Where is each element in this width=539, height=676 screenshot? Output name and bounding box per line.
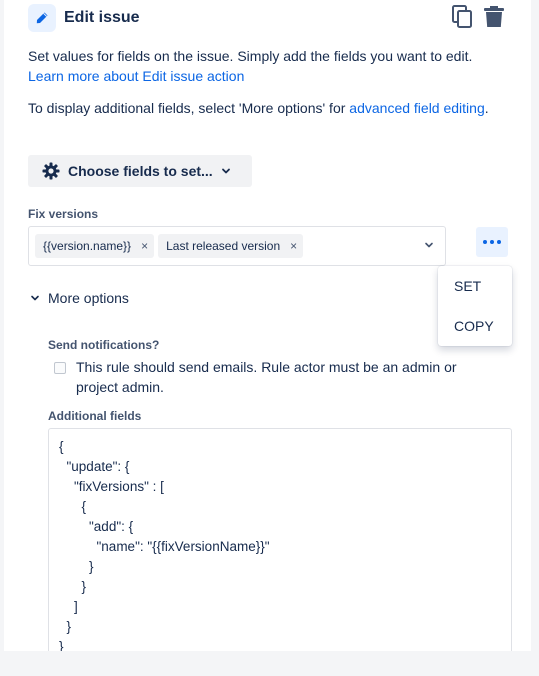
send-notifications-text: This rule should send emails. Rule actor… (76, 359, 457, 395)
page-title: Edit issue (64, 9, 140, 26)
additional-fields-label: Additional fields (48, 409, 142, 423)
code-line: "name": "{{fixVersionName}}" (59, 539, 270, 554)
advanced-description: To display additional fields, select 'Mo… (28, 98, 498, 118)
more-options-label: More options (48, 290, 129, 306)
menu-item-copy[interactable]: COPY (438, 306, 512, 346)
chip-label: Last released version (166, 239, 281, 253)
copy-icon[interactable] (450, 4, 474, 30)
learn-more-link[interactable]: Learn more about Edit issue action (28, 68, 244, 84)
choose-fields-label: Choose fields to set... (68, 163, 213, 179)
more-dot (497, 240, 501, 244)
edit-issue-panel: Edit issue Set values for fields on the … (4, 0, 531, 651)
code-line: } (59, 639, 64, 651)
code-line: { (59, 439, 64, 454)
header-actions (450, 4, 506, 30)
code-line: } (59, 619, 72, 634)
send-notifications-label: Send notifications? (48, 338, 160, 352)
send-notifications-row: This rule should send emails. Rule actor… (54, 357, 494, 397)
fix-versions-select[interactable]: {{version.name}} × Last released version… (28, 226, 446, 266)
code-line: } (59, 559, 94, 574)
version-chip: Last released version × (158, 234, 304, 258)
chevron-down-icon[interactable] (423, 239, 435, 251)
additional-fields-editor[interactable]: { "update": { "fixVersions" : [ { "add":… (48, 428, 512, 651)
pencil-icon (28, 4, 56, 32)
chevron-down-icon (221, 167, 231, 175)
fix-versions-label: Fix versions (28, 207, 99, 221)
code-line: "fixVersions" : [ (59, 479, 164, 494)
panel-header: Edit issue (28, 4, 140, 32)
description-body: Set values for fields on the issue. Simp… (28, 48, 473, 64)
code-line: "add": { (59, 519, 134, 534)
more-dot (490, 240, 494, 244)
trash-icon[interactable] (482, 4, 506, 30)
code-line: } (59, 579, 87, 594)
chevron-down-icon (30, 294, 40, 302)
remove-chip-icon[interactable]: × (290, 239, 297, 253)
code-line: "update": { (59, 459, 130, 474)
advanced-description-body: To display additional fields, select 'Mo… (28, 100, 350, 116)
remove-chip-icon[interactable]: × (141, 239, 148, 253)
menu-item-set[interactable]: SET (438, 266, 512, 306)
gear-icon (42, 162, 60, 180)
version-chip: {{version.name}} × (35, 234, 155, 258)
advanced-field-editing-link[interactable]: advanced field editing (349, 100, 484, 116)
more-actions-button[interactable] (476, 227, 508, 257)
more-dot (483, 240, 487, 244)
description-text: Set values for fields on the issue. Simp… (28, 46, 498, 86)
advanced-description-end: . (484, 100, 489, 116)
more-options-toggle[interactable]: More options (30, 288, 129, 308)
send-notifications-checkbox[interactable] (54, 362, 66, 374)
code-line: ] (59, 599, 78, 614)
choose-fields-button[interactable]: Choose fields to set... (28, 155, 252, 187)
chip-label: {{version.name}} (43, 239, 132, 253)
code-line: { (59, 499, 87, 514)
field-mode-menu: SET COPY (438, 266, 512, 346)
